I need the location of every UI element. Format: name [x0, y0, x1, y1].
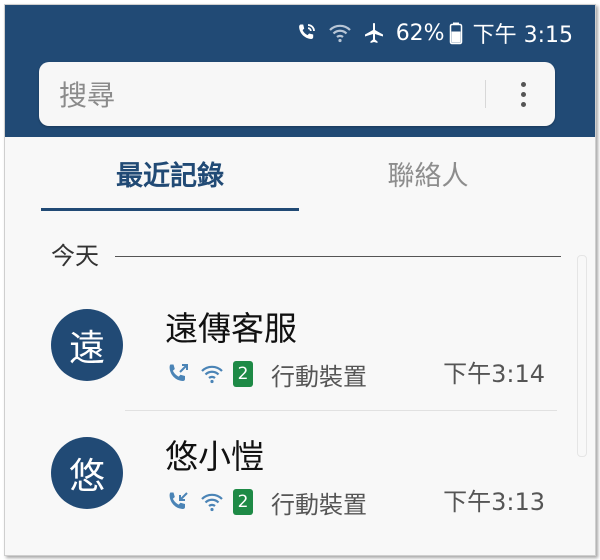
call-meta: 2 行動裝置 [165, 357, 367, 391]
avatar: 遠 [51, 309, 123, 381]
incoming-call-icon [165, 489, 191, 515]
search-divider [485, 80, 486, 108]
call-log-item[interactable]: 遠 遠傳客服 2 行動裝置 下午3:14 [5, 285, 595, 415]
call-time: 下午3:14 [443, 360, 545, 388]
status-bar: 62% 下午 3:15 [294, 17, 573, 49]
section-divider [115, 256, 561, 257]
wifi-icon [199, 361, 225, 387]
contact-name: 遠傳客服 [165, 309, 297, 348]
call-meta: 2 行動裝置 [165, 485, 367, 519]
sim-card-icon: 2 [233, 489, 253, 515]
section-header-today: 今天 [51, 241, 561, 271]
search-bar [39, 62, 555, 128]
more-options-button[interactable] [501, 72, 545, 116]
active-tab-indicator [41, 208, 299, 211]
tab-contacts[interactable]: 聯絡人 [299, 157, 557, 197]
outgoing-call-icon [165, 361, 191, 387]
search-input[interactable] [57, 62, 461, 128]
tab-bar: 最近記錄 聯絡人 [5, 137, 595, 215]
row-divider [125, 410, 557, 411]
wifi-icon [328, 21, 352, 45]
sim-card-icon: 2 [233, 361, 253, 387]
contact-name: 悠小愷 [165, 437, 264, 476]
device-type: 行動裝置 [271, 362, 367, 391]
battery-icon [449, 21, 463, 45]
device-type: 行動裝置 [271, 490, 367, 519]
wifi-icon [199, 489, 225, 515]
tab-recent[interactable]: 最近記錄 [41, 157, 299, 197]
call-time: 下午3:13 [443, 488, 545, 516]
battery-percent: 62% [395, 20, 445, 46]
more-vert-icon [520, 81, 526, 87]
wifi-calling-icon [294, 21, 318, 45]
status-time: 下午 3:15 [472, 23, 573, 48]
section-label: 今天 [51, 242, 99, 270]
airplane-mode-icon [362, 21, 386, 45]
call-log-item[interactable]: 悠 悠小愷 2 行動裝置 下午3:13 [5, 413, 595, 543]
header-bar: 62% 下午 3:15 [5, 5, 595, 137]
avatar: 悠 [51, 437, 123, 509]
phone-screen: 62% 下午 3:15 最近記錄 聯絡人 [4, 4, 596, 556]
